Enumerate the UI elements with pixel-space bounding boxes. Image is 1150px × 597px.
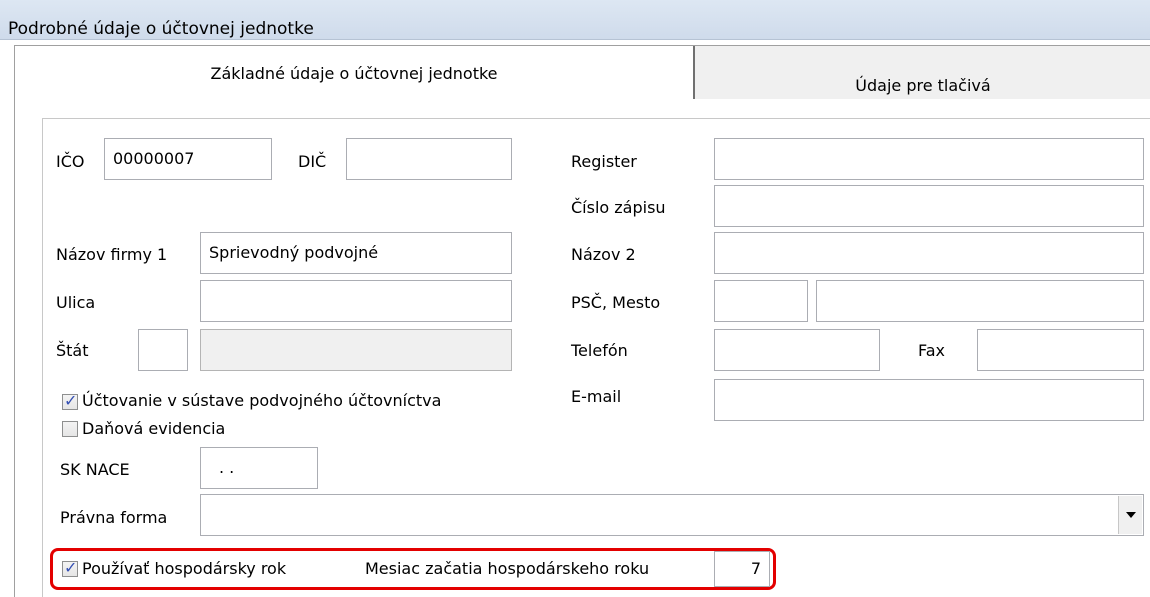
dropdown-button[interactable] (1118, 496, 1142, 534)
fax-field[interactable] (977, 329, 1144, 371)
cislo-zapisu-field[interactable] (714, 185, 1144, 227)
telefon-label: Telefón (571, 341, 628, 360)
chevron-down-icon (1126, 512, 1136, 518)
sk-nace-label: SK NACE (60, 460, 130, 479)
cislo-zapisu-label: Číslo zápisu (571, 198, 666, 217)
email-label: E-mail (571, 387, 622, 406)
window-title-bar: Podrobné údaje o účtovnej jednotke (0, 0, 1150, 40)
tab-strip: Základné údaje o účtovnej jednotke Údaje… (14, 45, 1150, 100)
danova-evidencia-label[interactable]: Daňová evidencia (82, 419, 225, 439)
tab-zakladne-udaje[interactable]: Základné údaje o účtovnej jednotke (15, 46, 693, 100)
register-field[interactable] (714, 138, 1144, 180)
pravna-forma-select[interactable] (200, 494, 1144, 536)
hospodarsky-rok-checkbox[interactable]: ✓ (62, 558, 78, 577)
email-field[interactable] (714, 379, 1144, 421)
sk-nace-field[interactable]: . . (200, 447, 318, 489)
telefon-field[interactable] (714, 329, 880, 371)
dic-label: DIČ (298, 152, 327, 171)
tab-udaje-pre-tlaciva[interactable]: Údaje pre tlačivá (693, 46, 1150, 100)
ulica-field[interactable] (200, 280, 512, 322)
hospodarsky-rok-label[interactable]: Používať hospodársky rok (82, 559, 286, 579)
ico-field[interactable]: 00000007 (104, 138, 272, 180)
register-label: Register (571, 152, 637, 171)
uctovanie-podvojne-checkbox[interactable]: ✓ (62, 391, 78, 410)
mesto-field[interactable] (816, 280, 1144, 322)
pravna-forma-label: Právna forma (60, 508, 168, 527)
fax-label: Fax (918, 341, 946, 360)
stat-code-field[interactable] (138, 329, 188, 371)
checkmark-icon: ✓ (64, 558, 78, 577)
psc-mesto-label: PSČ, Mesto (571, 293, 661, 312)
ulica-label: Ulica (56, 293, 96, 312)
nazov-2-label: Názov 2 (571, 245, 636, 264)
stat-name-field (200, 329, 512, 371)
mesiac-zacatia-label: Mesiac začatia hospodárskeho roku (365, 559, 650, 578)
mesiac-zacatia-field[interactable]: 7 (714, 551, 770, 587)
nazov-firmy-1-field[interactable]: Sprievodný podvojné (200, 232, 512, 274)
psc-field[interactable] (714, 280, 808, 322)
nazov-firmy-1-label: Názov firmy 1 (56, 245, 168, 264)
ico-label: IČO (56, 152, 85, 171)
window-title: Podrobné údaje o účtovnej jednotke (8, 19, 314, 39)
uctovanie-podvojne-label[interactable]: Účtovanie v sústave podvojného účtovníct… (82, 391, 441, 411)
stat-label: Štát (56, 341, 89, 360)
danova-evidencia-checkbox[interactable] (62, 421, 78, 437)
nazov-2-field[interactable] (714, 232, 1144, 274)
checkmark-icon: ✓ (64, 391, 78, 410)
dic-field[interactable] (346, 138, 512, 180)
